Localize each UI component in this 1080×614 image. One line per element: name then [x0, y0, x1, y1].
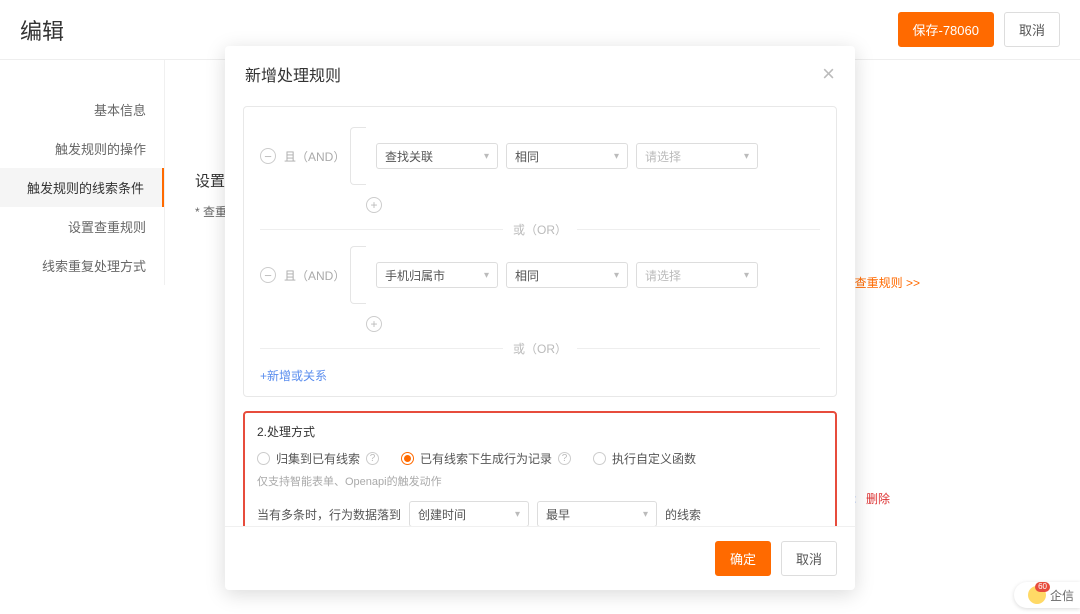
remove-condition-button[interactable]: − — [260, 267, 276, 283]
condition-row: 手机归属市▾ 相同▾ 请选择▾ — [376, 262, 820, 288]
rule-conditions-box: − 且（AND） 查找关联▾ 相同▾ 请选择▾ + 或（OR） — [243, 106, 837, 397]
chevron-down-icon: ▾ — [744, 270, 749, 281]
radio-custom-function[interactable]: 执行自定义函数 — [593, 450, 696, 467]
radio-merge-to-existing[interactable]: 归集到已有线索 ? — [257, 450, 379, 467]
modal-cancel-button[interactable]: 取消 — [781, 541, 837, 576]
and-label-col: − 且（AND） — [260, 148, 350, 165]
modal-footer: 确定 取消 — [225, 526, 855, 590]
condition-row: 查找关联▾ 相同▾ 请选择▾ — [376, 143, 820, 169]
processing-section-label: 2.处理方式 — [257, 423, 823, 440]
modal-header: 新增处理规则 × — [225, 46, 855, 96]
add-or-relation-link[interactable]: +新增或关系 — [260, 367, 820, 384]
condition-group-2: − 且（AND） 手机归属市▾ 相同▾ 请选择▾ — [260, 246, 820, 304]
radio-icon — [257, 452, 270, 465]
bracket-icon — [350, 246, 366, 304]
field-select[interactable]: 手机归属市▾ — [376, 262, 498, 288]
help-icon[interactable]: ? — [558, 452, 571, 465]
value-select[interactable]: 请选择▾ — [636, 262, 758, 288]
modal-body: − 且（AND） 查找关联▾ 相同▾ 请选择▾ + 或（OR） — [225, 96, 855, 526]
multi-suffix: 的线索 — [665, 506, 701, 523]
and-label: 且（AND） — [284, 148, 345, 165]
chevron-down-icon: ▾ — [484, 151, 489, 162]
time-field-select[interactable]: 创建时间▾ — [409, 501, 529, 526]
condition-group-1: − 且（AND） 查找关联▾ 相同▾ 请选择▾ — [260, 127, 820, 185]
order-select[interactable]: 最早▾ — [537, 501, 657, 526]
modal: 新增处理规则 × − 且（AND） 查找关联▾ 相同▾ — [225, 46, 855, 590]
chevron-down-icon: ▾ — [614, 151, 619, 162]
or-divider: 或（OR） — [260, 340, 820, 357]
multi-prefix: 当有多条时，行为数据落到 — [257, 506, 401, 523]
multi-row: 当有多条时，行为数据落到 创建时间▾ 最早▾ 的线索 — [257, 501, 823, 526]
confirm-button[interactable]: 确定 — [715, 541, 771, 576]
processing-hint: 仅支持智能表单、Openapi的触发动作 — [257, 473, 823, 489]
operator-select[interactable]: 相同▾ — [506, 143, 628, 169]
chevron-down-icon: ▾ — [484, 270, 489, 281]
remove-condition-button[interactable]: − — [260, 148, 276, 164]
operator-select[interactable]: 相同▾ — [506, 262, 628, 288]
processing-method-box: 2.处理方式 归集到已有线索 ? 已有线索下生成行为记录 ? 执行自定义函 — [243, 411, 837, 526]
qixin-count-badge: 60 — [1035, 582, 1050, 592]
value-select[interactable]: 请选择▾ — [636, 143, 758, 169]
and-label: 且（AND） — [284, 267, 345, 284]
help-icon[interactable]: ? — [366, 452, 379, 465]
add-condition-button[interactable]: + — [366, 197, 382, 213]
modal-overlay: 新增处理规则 × − 且（AND） 查找关联▾ 相同▾ — [0, 0, 1080, 614]
processing-radio-row: 归集到已有线索 ? 已有线索下生成行为记录 ? 执行自定义函数 — [257, 450, 823, 467]
radio-icon — [401, 452, 414, 465]
radio-icon — [593, 452, 606, 465]
qixin-label: 企信 — [1050, 587, 1074, 604]
chevron-down-icon: ▾ — [643, 509, 648, 520]
chevron-down-icon: ▾ — [614, 270, 619, 281]
field-select[interactable]: 查找关联▾ — [376, 143, 498, 169]
radio-generate-behavior-record[interactable]: 已有线索下生成行为记录 ? — [401, 450, 571, 467]
chevron-down-icon: ▾ — [744, 151, 749, 162]
or-divider: 或（OR） — [260, 221, 820, 238]
bracket-icon — [350, 127, 366, 185]
add-condition-button[interactable]: + — [366, 316, 382, 332]
modal-title: 新增处理规则 — [245, 62, 341, 86]
qixin-icon: 60 — [1028, 586, 1046, 604]
close-icon[interactable]: × — [822, 63, 835, 85]
chevron-down-icon: ▾ — [515, 509, 520, 520]
and-label-col: − 且（AND） — [260, 267, 350, 284]
qixin-widget[interactable]: 60 企信 — [1014, 582, 1080, 608]
